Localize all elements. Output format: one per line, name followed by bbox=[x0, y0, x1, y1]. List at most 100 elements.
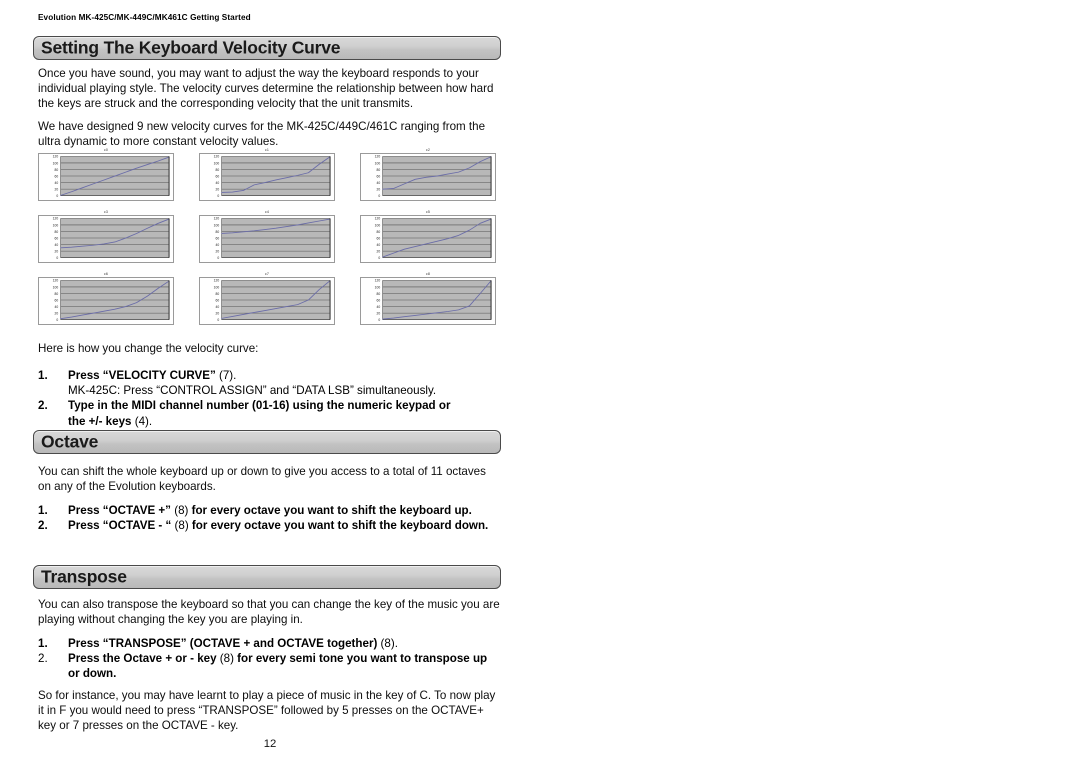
list-text-regular: (7). bbox=[215, 369, 237, 382]
svg-text:20: 20 bbox=[376, 188, 380, 192]
list-text-regular: (4). bbox=[131, 414, 153, 428]
list-text-continued: the +/- keys (4). bbox=[68, 414, 518, 429]
svg-text:60: 60 bbox=[215, 174, 219, 178]
section-heading-octave: Octave bbox=[33, 430, 501, 454]
steps-transpose: 1. Press “TRANSPOSE” (OCTAVE + and OCTAV… bbox=[38, 636, 518, 682]
document-page: Evolution MK-425C/MK-449C/MK461C Getting… bbox=[0, 0, 1080, 763]
velocity-curve-chart: c3 0 20 40 60 80 100 120 bbox=[38, 210, 174, 267]
chart-plot-frame: 0 20 40 60 80 100 120 bbox=[38, 215, 174, 263]
page-number: 12 bbox=[263, 738, 277, 750]
paragraph-lead-in: Here is how you change the velocity curv… bbox=[38, 341, 508, 356]
paragraph-velocity-curves-count: We have designed 9 new velocity curves f… bbox=[38, 119, 508, 149]
svg-text:120: 120 bbox=[375, 279, 381, 283]
svg-text:20: 20 bbox=[215, 312, 219, 316]
list-item: 1. Press “OCTAVE +” (8) for every octave… bbox=[38, 503, 518, 518]
steps-octave: 1. Press “OCTAVE +” (8) for every octave… bbox=[38, 503, 518, 533]
svg-text:20: 20 bbox=[215, 250, 219, 254]
list-number: 1. bbox=[38, 369, 48, 382]
svg-text:40: 40 bbox=[376, 243, 380, 247]
svg-text:120: 120 bbox=[375, 155, 381, 159]
svg-text:40: 40 bbox=[54, 243, 58, 247]
svg-text:100: 100 bbox=[53, 223, 59, 227]
paragraph-line: playing without changing the key you are… bbox=[38, 613, 303, 627]
paragraph-line: the keys are struck and the correspondin… bbox=[38, 97, 414, 111]
svg-text:80: 80 bbox=[376, 168, 380, 172]
paragraph-line: You can also transpose the keyboard so t… bbox=[38, 598, 500, 611]
svg-text:120: 120 bbox=[53, 217, 59, 221]
svg-text:60: 60 bbox=[54, 236, 58, 240]
paragraph-line: Once you have sound, you may want to adj… bbox=[38, 67, 479, 80]
svg-text:20: 20 bbox=[54, 250, 58, 254]
list-text-regular: (8) bbox=[170, 504, 189, 517]
steps-velocity-curve: 1. Press “VELOCITY CURVE” (7). MK-425C: … bbox=[38, 368, 518, 429]
svg-text:120: 120 bbox=[375, 217, 381, 221]
list-number: 1. bbox=[38, 637, 48, 650]
svg-text:0: 0 bbox=[378, 318, 380, 322]
paragraph-transpose-example: So for instance, you may have learnt to … bbox=[38, 688, 508, 733]
paragraph-line: We have designed 9 new velocity curves f… bbox=[38, 120, 486, 133]
section-heading-transpose: Transpose bbox=[33, 565, 501, 589]
svg-text:40: 40 bbox=[376, 305, 380, 309]
list-text-bold: the +/- keys bbox=[68, 414, 132, 428]
chart-plot-frame: 0 20 40 60 80 100 120 bbox=[199, 277, 335, 325]
paragraph-line: You can shift the whole keyboard up or d… bbox=[38, 465, 486, 478]
list-text-bold: Press “VELOCITY CURVE” bbox=[68, 369, 216, 382]
velocity-curve-chart: c0 0 20 40 60 80 100 120 bbox=[38, 148, 174, 205]
chart-plot-frame: 0 20 40 60 80 100 120 bbox=[199, 153, 335, 201]
list-text-bold: Press “OCTAVE +” bbox=[68, 504, 171, 517]
svg-text:60: 60 bbox=[54, 174, 58, 178]
svg-text:40: 40 bbox=[215, 181, 219, 185]
svg-text:120: 120 bbox=[214, 279, 220, 283]
svg-text:80: 80 bbox=[215, 168, 219, 172]
list-text-bold2: for every octave you want to shift the k… bbox=[188, 519, 489, 533]
chart-plot-frame: 0 20 40 60 80 100 120 bbox=[360, 215, 496, 263]
list-text-bold: Press “OCTAVE - “ bbox=[68, 519, 172, 533]
svg-text:80: 80 bbox=[54, 292, 58, 296]
list-item: 1. Press “TRANSPOSE” (OCTAVE + and OCTAV… bbox=[38, 636, 518, 651]
paragraph-line: it in F you would need to press “TRANSPO… bbox=[38, 704, 484, 718]
list-subtext: MK-425C: Press “CONTROL ASSIGN” and “DAT… bbox=[68, 384, 437, 398]
section-heading-label: Transpose bbox=[41, 566, 127, 587]
paragraph-line: on any of the Evolution keyboards. bbox=[38, 480, 216, 494]
svg-text:60: 60 bbox=[376, 298, 380, 302]
list-item: 2. Press the Octave + or - key (8) for e… bbox=[38, 651, 518, 681]
svg-text:0: 0 bbox=[378, 194, 380, 198]
svg-text:100: 100 bbox=[375, 161, 381, 165]
svg-text:120: 120 bbox=[53, 155, 59, 159]
list-item: 2. Press “OCTAVE - “ (8) for every octav… bbox=[38, 518, 518, 533]
svg-text:20: 20 bbox=[54, 188, 58, 192]
svg-text:100: 100 bbox=[214, 223, 220, 227]
velocity-curve-chart: c7 0 20 40 60 80 100 120 bbox=[199, 272, 335, 329]
svg-text:120: 120 bbox=[214, 155, 220, 159]
chart-plot-frame: 0 20 40 60 80 100 120 bbox=[38, 153, 174, 201]
section-heading-label: Setting The Keyboard Velocity Curve bbox=[41, 37, 341, 58]
svg-text:80: 80 bbox=[54, 230, 58, 234]
velocity-curve-chart: c8 0 20 40 60 80 100 120 bbox=[360, 272, 496, 329]
svg-text:40: 40 bbox=[54, 181, 58, 185]
svg-text:0: 0 bbox=[378, 256, 380, 260]
svg-text:60: 60 bbox=[215, 298, 219, 302]
paragraph-velocity-intro: Once you have sound, you may want to adj… bbox=[38, 66, 508, 111]
list-text-bold: Press the Octave + or - key bbox=[68, 652, 217, 666]
section-heading-label: Octave bbox=[41, 431, 99, 452]
paragraph-line: So for instance, you may have learnt to … bbox=[38, 689, 496, 702]
svg-text:120: 120 bbox=[214, 217, 220, 221]
list-number: 1. bbox=[38, 504, 48, 517]
svg-text:20: 20 bbox=[376, 250, 380, 254]
list-item: 1. Press “VELOCITY CURVE” (7). MK-425C: … bbox=[38, 368, 518, 398]
velocity-curve-chart: c4 0 20 40 60 80 100 120 bbox=[199, 210, 335, 267]
velocity-curve-chart: c2 0 20 40 60 80 100 120 bbox=[360, 148, 496, 205]
list-text-regular: (8) bbox=[216, 652, 234, 666]
svg-text:100: 100 bbox=[214, 285, 220, 289]
list-number: 2. bbox=[38, 399, 48, 413]
list-text: Press “OCTAVE - “ (8) for every octave y… bbox=[68, 518, 518, 533]
svg-text:20: 20 bbox=[215, 188, 219, 192]
list-text-bold2: for every octave you want to shift the k… bbox=[188, 504, 472, 517]
paragraph-transpose-intro: You can also transpose the keyboard so t… bbox=[38, 597, 508, 627]
velocity-curve-chart: c5 0 20 40 60 80 100 120 bbox=[360, 210, 496, 267]
velocity-curve-chart: c1 0 20 40 60 80 100 120 bbox=[199, 148, 335, 205]
paragraph-line: key or 7 presses on the OCTAVE - key. bbox=[38, 719, 239, 733]
list-text-regular: (8). bbox=[377, 637, 398, 650]
svg-text:40: 40 bbox=[215, 243, 219, 247]
svg-text:80: 80 bbox=[54, 168, 58, 172]
